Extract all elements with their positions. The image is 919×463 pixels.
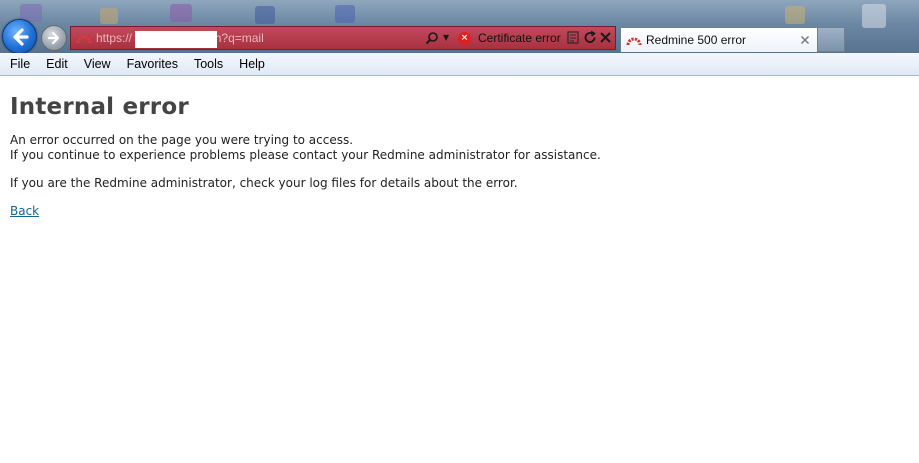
stop-icon[interactable] <box>599 30 612 45</box>
certificate-error-icon: × <box>458 31 471 45</box>
new-tab-button[interactable] <box>818 27 845 52</box>
redmine-logo-icon <box>626 37 642 46</box>
certificate-error-label: Certificate error <box>478 31 561 45</box>
forward-button[interactable] <box>41 25 67 51</box>
desktop-blur <box>170 4 192 22</box>
desktop-blur <box>255 6 275 24</box>
menu-file[interactable]: File <box>0 53 38 75</box>
tab-title: Redmine 500 error <box>646 33 747 47</box>
tab-redmine-500-error[interactable]: Redmine 500 error <box>620 27 818 52</box>
desktop-blur <box>100 8 118 24</box>
contact-message: If you continue to experience problems p… <box>10 148 601 162</box>
back-arrow-icon <box>12 27 29 46</box>
menu-view[interactable]: View <box>76 53 119 75</box>
desktop-blur <box>862 4 886 28</box>
address-bar[interactable]: https:// /redmine/search?q=mail ▼ × Cert… <box>70 26 616 50</box>
menu-bar: File Edit View Favorites Tools Help <box>0 53 919 76</box>
menu-help[interactable]: Help <box>231 53 273 75</box>
back-button[interactable] <box>2 19 37 53</box>
menu-edit[interactable]: Edit <box>38 53 76 75</box>
browser-toolbar: https:// /redmine/search?q=mail ▼ × Cert… <box>0 0 919 53</box>
redacted-block <box>135 31 217 48</box>
compatibility-view-icon[interactable] <box>567 31 579 44</box>
forward-arrow-icon <box>47 31 60 45</box>
page-content: Internal error An error occurred on the … <box>10 76 910 219</box>
certificate-error[interactable]: × Certificate error <box>458 27 561 49</box>
menu-favorites[interactable]: Favorites <box>119 53 186 75</box>
redmine-logo-icon <box>76 35 92 44</box>
refresh-icon[interactable] <box>583 30 597 45</box>
admin-message: If you are the Redmine administrator, ch… <box>10 176 518 190</box>
desktop-blur <box>785 6 805 24</box>
chevron-down-icon[interactable]: ▼ <box>443 33 449 42</box>
error-message: An error occurred on the page you were t… <box>10 133 354 147</box>
back-link[interactable]: Back <box>10 204 39 218</box>
page-title: Internal error <box>10 94 189 120</box>
menu-tools[interactable]: Tools <box>186 53 231 75</box>
close-icon[interactable] <box>798 33 812 47</box>
search-icon[interactable] <box>425 31 439 45</box>
desktop-blur <box>335 5 355 23</box>
